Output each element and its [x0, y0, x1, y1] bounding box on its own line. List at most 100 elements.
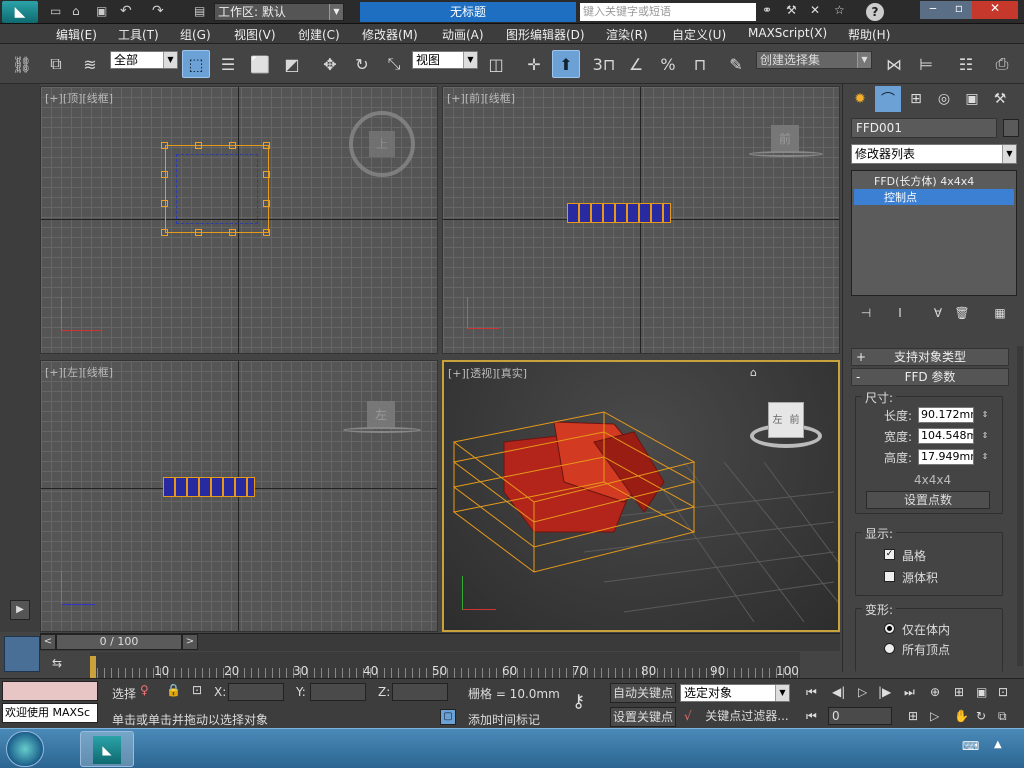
key-tool-icon[interactable]: ⚒ [786, 3, 797, 17]
next-key-icon[interactable]: |▶ [878, 685, 891, 699]
configure-sets-icon[interactable]: ▦ [991, 304, 1009, 322]
viewcube-top[interactable]: 上 [349, 111, 415, 177]
lock-selection-icon[interactable]: 🔒 [166, 683, 181, 697]
menu-group[interactable]: 组(G) [180, 26, 211, 43]
viewcube-persp[interactable]: 左 前 [750, 396, 822, 454]
vp-name[interactable]: [左] [63, 366, 83, 379]
maximize-viewport-icon[interactable]: ⧉ [998, 709, 1007, 724]
rotate-icon[interactable]: ↻ [348, 50, 376, 78]
layer-manager-icon[interactable]: ☷ [952, 50, 980, 78]
viewcube-face[interactable]: 左 [367, 401, 395, 429]
bind-spacewarp-icon[interactable]: ≋ [76, 50, 104, 78]
key-mode-icon[interactable]: ⏮ [806, 709, 817, 724]
zoom-all-icon[interactable]: ⊞ [954, 685, 964, 699]
current-frame-field[interactable]: 0 [828, 707, 892, 725]
modifier-list-dropdown[interactable]: 修改器列表 ▼ [851, 144, 1017, 164]
layout-tabs-button[interactable] [4, 636, 40, 672]
viewport-front[interactable]: [+][前][线框] 前 [442, 86, 840, 354]
menu-animation[interactable]: 动画(A) [442, 26, 484, 43]
workspace-dropdown[interactable]: 工作区: 默认 ▼ [214, 3, 344, 21]
scale-icon[interactable]: ⤡ [380, 50, 408, 78]
menu-maxscript[interactable]: MAXScript(X) [748, 26, 827, 40]
expand-panel-button[interactable]: ▶ [10, 600, 30, 620]
vp-plus[interactable]: [+] [45, 92, 63, 105]
y-coord-field[interactable] [310, 683, 366, 701]
open-file-icon[interactable]: ⌂ [72, 4, 80, 18]
help-icon[interactable]: ? [866, 3, 884, 21]
home-icon[interactable]: ⌂ [750, 366, 757, 379]
snap-toggle-icon[interactable]: 3 ⊓ [590, 50, 618, 78]
viewport-label[interactable]: [+][透视][真实] [448, 365, 527, 381]
binoculars-icon[interactable]: ⚭ [762, 3, 772, 17]
viewcube-face[interactable]: 上 [369, 131, 395, 157]
prev-frame-button[interactable]: < [40, 634, 56, 650]
viewport-perspective[interactable]: [+][透视][真实] 左 前 ⌂ [442, 360, 840, 632]
viewcube-front[interactable]: 前 [749, 121, 823, 161]
render-setup-icon[interactable]: ⎙ [988, 50, 1016, 78]
ref-coord-dropdown[interactable]: 视图 ▼ [412, 51, 478, 69]
make-unique-icon[interactable]: ∀ [929, 304, 947, 322]
unlink-icon[interactable]: ⧉ [42, 50, 70, 78]
utilities-tab-icon[interactable]: ⚒ [987, 86, 1013, 112]
go-to-start-icon[interactable]: ⏮ [806, 685, 817, 700]
viewcube-face-front[interactable]: 前 [786, 403, 803, 437]
prev-key-icon[interactable]: ◀| [832, 685, 845, 699]
length-spinner[interactable]: 90.172mm [918, 407, 974, 423]
selection-filter-dropdown[interactable]: 全部 ▼ [110, 51, 178, 69]
time-tag-icon[interactable]: ▢ [440, 709, 456, 725]
maxscript-mini-listener[interactable] [2, 681, 98, 701]
undo-icon[interactable]: ↶ [120, 3, 132, 19]
x-coord-field[interactable] [228, 683, 284, 701]
maximize-button[interactable]: ▫ [946, 1, 972, 19]
stack-item-control-points[interactable]: 控制点 [854, 189, 1014, 205]
pan-icon[interactable]: ✋ [954, 709, 969, 723]
rollout-ffd-params[interactable]: - FFD 参数 [851, 368, 1009, 386]
select-object-button[interactable]: ⬚ [182, 50, 210, 78]
set-key-mode-icon[interactable]: ⚷ [572, 691, 585, 712]
close-button[interactable]: ✕ [972, 1, 1018, 19]
tangent-icon[interactable]: √ [684, 709, 692, 723]
keyboard-shortcut-override-icon[interactable]: ⬆ [552, 50, 580, 78]
panel-scrollbar[interactable] [1017, 346, 1023, 666]
viewport-label[interactable]: [+][顶][线框] [45, 90, 113, 106]
star-icon[interactable]: ☆ [834, 3, 845, 17]
window-crossing-icon[interactable]: ◩ [278, 50, 306, 78]
select-by-name-icon[interactable]: ☰ [214, 50, 242, 78]
vp-name[interactable]: [顶] [63, 92, 83, 105]
vp-plus[interactable]: [+] [447, 92, 465, 105]
move-icon[interactable]: ✥ [316, 50, 344, 78]
project-folder-icon[interactable]: ▤ [194, 4, 205, 18]
orbit-icon[interactable]: ↻ [976, 709, 986, 723]
pivot-center-icon[interactable]: ◫ [482, 50, 510, 78]
redo-icon[interactable]: ↷ [152, 3, 164, 19]
named-selection-dropdown[interactable]: 创建选择集 ▼ [756, 51, 872, 69]
link-icon[interactable]: ⛓ [8, 50, 36, 78]
vp-shade[interactable]: [线框] [484, 92, 515, 105]
tray-arrow-icon[interactable]: ▲ [994, 739, 1002, 750]
next-frame-button[interactable]: > [182, 634, 198, 650]
ffd-lattice[interactable] [165, 145, 269, 233]
absolute-mode-icon[interactable]: ⊡ [192, 683, 202, 697]
menu-create[interactable]: 创建(C) [298, 26, 340, 43]
motion-tab-icon[interactable]: ◎ [931, 86, 957, 112]
auto-key-button[interactable]: 自动关键点 [610, 683, 676, 703]
zoom-icon[interactable]: ⊕ [930, 685, 940, 699]
pin-stack-icon[interactable]: ⊣ [857, 304, 875, 322]
spinner-arrows-icon[interactable]: ⇕ [976, 448, 994, 466]
add-time-tag[interactable]: 添加时间标记 [468, 711, 540, 728]
keyboard-icon[interactable]: ⌨ [962, 739, 979, 753]
mini-curve-editor-icon[interactable]: ⇆ [52, 656, 72, 674]
minimize-button[interactable]: ‒ [920, 1, 946, 19]
viewcube-face-left[interactable]: 左 [769, 403, 786, 437]
menu-customize[interactable]: 自定义(U) [672, 26, 726, 43]
vp-plus[interactable]: [+] [45, 366, 63, 379]
height-spinner[interactable]: 17.949mm [918, 449, 974, 465]
zoom-extents-all-icon[interactable]: ⊡ [998, 685, 1008, 699]
select-manipulate-icon[interactable]: ✛ [520, 50, 548, 78]
key-filters-button[interactable]: 关键点过滤器... [702, 707, 792, 727]
create-tab-icon[interactable]: ✹ [847, 86, 873, 112]
exchange-icon[interactable]: ✕ [810, 3, 820, 17]
set-points-button[interactable]: 设置点数 [866, 491, 990, 509]
lattice-checkbox[interactable]: ✓ [884, 549, 895, 560]
start-button[interactable] [6, 731, 44, 767]
